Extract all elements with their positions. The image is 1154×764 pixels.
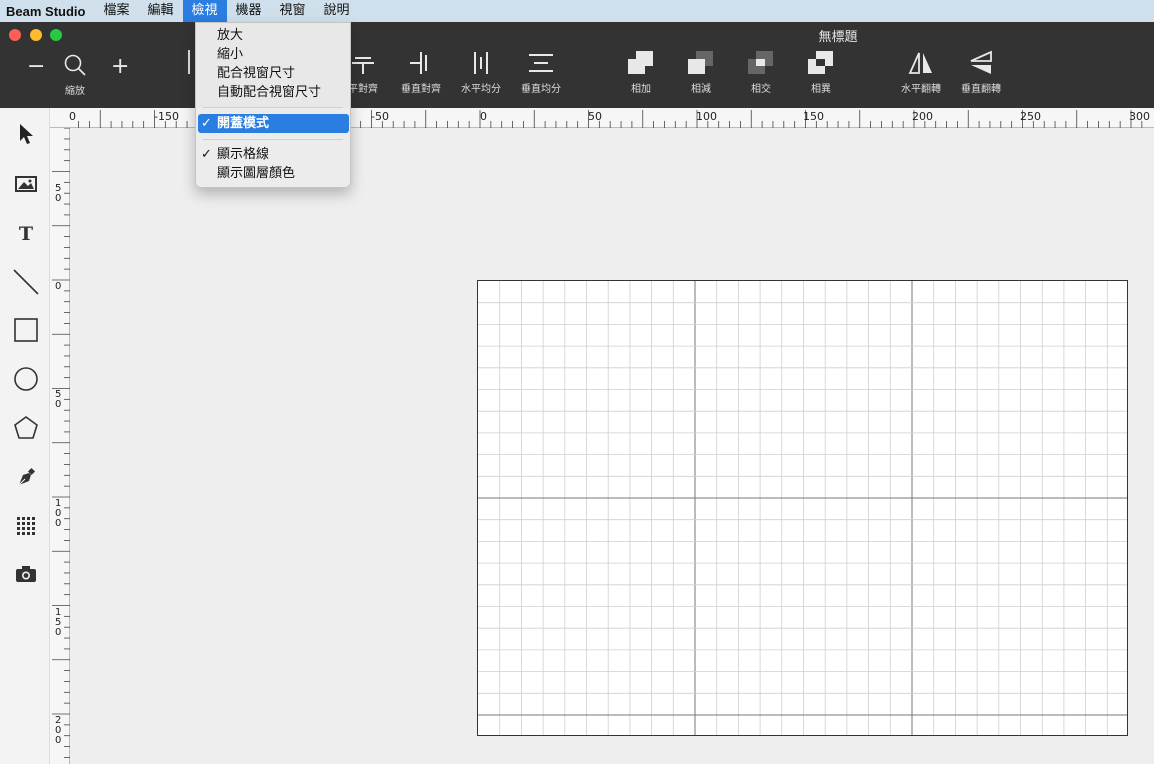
- union-button[interactable]: 相加: [611, 46, 671, 95]
- app-root: Beam Studio 檔案 編輯 檢視 機器 視窗 說明 無標題 − 縮放 +…: [0, 0, 1154, 764]
- ruler-top-label: 200: [912, 110, 933, 123]
- flip-vertical-label: 垂直翻轉: [961, 84, 1001, 95]
- canvas-grid: [478, 281, 1127, 735]
- menu-item-zoom-out[interactable]: 縮小: [196, 45, 350, 64]
- search-icon: [45, 48, 105, 82]
- distribute-horizontal-button[interactable]: 水平均分: [451, 46, 511, 95]
- ruler-top-label: 250: [1020, 110, 1041, 123]
- zoom-out-button[interactable]: −: [27, 54, 45, 79]
- distribute-vertical-label: 垂直均分: [521, 84, 561, 95]
- menu-item-fit-window[interactable]: 配合視窗尺寸: [196, 64, 350, 83]
- ruler-left-label: 50: [55, 389, 62, 410]
- flip-vertical-icon: [951, 46, 1011, 80]
- menu-item-label: 顯示格線: [217, 147, 270, 162]
- window-title: 無標題: [818, 30, 858, 45]
- menu-item-label: 自動配合視窗尺寸: [217, 85, 322, 100]
- grid-array-icon[interactable]: [12, 512, 40, 540]
- menu-window[interactable]: 視窗: [271, 0, 315, 22]
- menu-help[interactable]: 說明: [315, 0, 359, 22]
- difference-label: 相異: [811, 84, 831, 95]
- vertical-ruler: 50 0 50 100 150 200: [50, 128, 70, 764]
- flip-horizontal-icon: [891, 46, 951, 80]
- zoom-label: 縮放: [65, 86, 85, 97]
- menu-item-show-grid[interactable]: ✓ 顯示格線: [196, 145, 350, 164]
- distribute-horizontal-icon: [451, 46, 511, 80]
- ruler-top-label: -150: [154, 110, 179, 123]
- menu-item-label: 開蓋模式: [217, 116, 270, 131]
- ruler-top-label: 100: [696, 110, 717, 123]
- intersect-button[interactable]: 相交: [731, 46, 791, 95]
- ruler-left-label: 200: [55, 715, 62, 746]
- polygon-icon[interactable]: [12, 414, 40, 442]
- union-label: 相加: [631, 84, 651, 95]
- line-icon[interactable]: [12, 268, 40, 296]
- left-toolbar: T: [0, 108, 50, 764]
- subtract-icon: [671, 46, 731, 80]
- menu-machine[interactable]: 機器: [227, 0, 271, 22]
- ruler-top-label: 0: [480, 110, 487, 123]
- ruler-left-label: 100: [55, 498, 62, 529]
- subtract-label: 相減: [691, 84, 711, 95]
- svg-text:T: T: [19, 223, 33, 243]
- align-vertical-center-button[interactable]: 垂直對齊: [391, 46, 451, 95]
- distribute-horizontal-label: 水平均分: [461, 84, 501, 95]
- distribute-vertical-icon: [511, 46, 571, 80]
- menu-item-show-layer-color[interactable]: 顯示圖層顏色: [196, 164, 350, 183]
- difference-icon: [791, 46, 851, 80]
- ruler-top-label: 0: [69, 110, 76, 123]
- zoom-in-button[interactable]: +: [111, 54, 129, 79]
- menu-item-zoom-in[interactable]: 放大: [196, 26, 350, 45]
- image-icon[interactable]: [12, 170, 40, 198]
- difference-button[interactable]: 相異: [791, 46, 851, 95]
- menu-item-label: 配合視窗尺寸: [217, 66, 296, 81]
- menu-edit[interactable]: 編輯: [138, 0, 182, 22]
- view-menu-dropdown: 放大 縮小 配合視窗尺寸 自動配合視窗尺寸 ✓ 開蓋模式 ✓ 顯示格線 顯示圖層…: [195, 22, 351, 188]
- menu-item-label: 顯示圖層顏色: [217, 166, 296, 181]
- flip-horizontal-button[interactable]: 水平翻轉: [891, 46, 951, 95]
- subtract-button[interactable]: 相減: [671, 46, 731, 95]
- check-icon: ✓: [201, 116, 212, 131]
- flip-horizontal-label: 水平翻轉: [901, 84, 941, 95]
- align-vertical-center-icon: [391, 46, 451, 80]
- union-icon: [611, 46, 671, 80]
- ruler-left-label: 150: [55, 607, 62, 638]
- rectangle-icon[interactable]: [12, 316, 40, 344]
- menubar: Beam Studio 檔案 編輯 檢視 機器 視窗 說明: [0, 0, 1154, 22]
- app-name-menu[interactable]: Beam Studio: [0, 4, 94, 19]
- intersect-label: 相交: [751, 84, 771, 95]
- pen-icon[interactable]: [12, 464, 40, 492]
- flip-vertical-button[interactable]: 垂直翻轉: [951, 46, 1011, 95]
- menu-separator: [203, 139, 343, 140]
- menu-item-label: 縮小: [217, 47, 244, 62]
- cursor-icon[interactable]: [12, 120, 40, 148]
- align-vertical-center-label: 垂直對齊: [401, 84, 441, 95]
- menu-file[interactable]: 檔案: [94, 0, 138, 22]
- drawing-canvas[interactable]: [477, 280, 1128, 736]
- ruler-top-label: -50: [371, 110, 389, 123]
- ellipse-icon[interactable]: [12, 365, 40, 393]
- zoom-control[interactable]: 縮放: [45, 48, 105, 97]
- menu-separator: [203, 107, 343, 108]
- text-icon[interactable]: T: [12, 219, 40, 247]
- ruler-left-label: 50: [55, 183, 62, 204]
- ruler-left-label: 0: [55, 281, 62, 292]
- intersect-icon: [731, 46, 791, 80]
- menu-item-open-bottom-mode[interactable]: ✓ 開蓋模式: [198, 114, 349, 133]
- ruler-top-label: 150: [803, 110, 824, 123]
- menu-item-auto-fit-window[interactable]: 自動配合視窗尺寸: [196, 83, 350, 102]
- menu-view[interactable]: 檢視: [182, 0, 227, 22]
- distribute-vertical-button[interactable]: 垂直均分: [511, 46, 571, 95]
- ruler-top-label: 50: [588, 110, 602, 123]
- camera-icon[interactable]: [12, 560, 40, 588]
- check-icon: ✓: [201, 147, 212, 162]
- menu-item-label: 放大: [217, 28, 244, 43]
- ruler-top-label: 300: [1129, 110, 1150, 123]
